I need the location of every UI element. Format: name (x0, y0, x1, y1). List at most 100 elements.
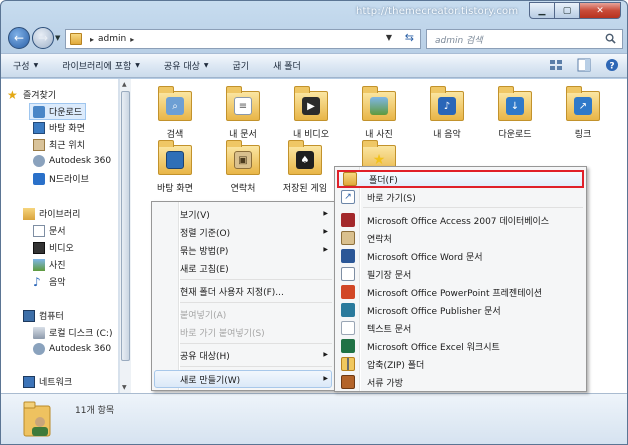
address-dropdown-icon[interactable]: ▼ (386, 33, 392, 42)
folder-icon (70, 33, 82, 45)
refresh-icon[interactable]: ⇆ (405, 31, 414, 44)
submenu-item-word[interactable]: Microsoft Office Word 문서 (337, 247, 584, 265)
nav-recent[interactable]: 최근 위치 (33, 138, 85, 151)
nav-music[interactable]: ♪ 음악 (33, 275, 66, 289)
briefcase-icon (341, 375, 355, 389)
star-icon: ★ (7, 87, 18, 102)
search-folder-icon: ⌕ (166, 97, 184, 115)
nav-desktop[interactable]: 바탕 화면 (33, 121, 85, 134)
nav-favorites[interactable]: ★ 즐겨찾기 (7, 87, 56, 102)
title-bar: http://themecreator.tistory.com ▁ ▢ ✕ (1, 1, 627, 23)
access-icon (341, 213, 355, 227)
submenu-item-text[interactable]: 텍스트 문서 (337, 319, 584, 337)
file-item-downloads[interactable]: ↓ 다운로드 (479, 85, 551, 140)
submenu-item-access[interactable]: Microsoft Office Access 2007 데이터베이스 (337, 211, 584, 229)
submenu-item-journal[interactable]: 필기장 문서 (337, 265, 584, 283)
chevron-right-icon[interactable]: ▸ (130, 35, 134, 44)
file-item-my-pictures[interactable]: 내 사진 (343, 85, 415, 140)
scroll-down-icon[interactable]: ▼ (122, 384, 127, 391)
include-library-menu[interactable]: 라이브러리에 포함 ▼ (50, 54, 152, 77)
menu-item-customize-folder[interactable]: 현재 폴더 사용자 지정(F)... (180, 285, 284, 298)
nav-documents[interactable]: 문서 (33, 224, 66, 237)
menu-item-view[interactable]: 보기(V) (180, 208, 210, 221)
documents-folder-icon: ≡ (234, 97, 252, 115)
window-controls: ▁ ▢ ✕ (529, 2, 621, 19)
submenu-arrow-icon: ▶ (323, 210, 328, 217)
nav-videos[interactable]: 비디오 (33, 241, 74, 254)
forward-button[interactable]: → (32, 27, 54, 49)
publisher-icon (341, 303, 355, 317)
submenu-item-contact[interactable]: 연락처 (337, 229, 584, 247)
file-item-desktop[interactable]: 바탕 화면 (139, 139, 211, 194)
menu-item-paste[interactable]: 붙여넣기(A) (180, 308, 226, 321)
submenu-item-briefcase[interactable]: 서류 가방 (337, 373, 584, 391)
downloads-folder-icon: ↓ (506, 97, 524, 115)
address-bar[interactable]: ▸ admin ▸ ▼ ⇆ (65, 29, 421, 49)
nav-pictures[interactable]: 사진 (33, 258, 66, 271)
scroll-up-icon[interactable]: ▲ (122, 81, 127, 88)
saved-games-folder-icon: ♠ (296, 151, 314, 169)
file-item-saved-games[interactable]: ♠ 저장된 게임 (275, 139, 335, 194)
folder-icon (343, 172, 357, 186)
nav-autodesk360[interactable]: Autodesk 360 (33, 155, 111, 167)
file-item-my-music[interactable]: ♪ 내 음악 (411, 85, 483, 140)
new-folder-button[interactable]: 새 폴더 (261, 54, 313, 77)
file-item-links[interactable]: ↗ 링크 (547, 85, 619, 140)
submenu-item-powerpoint[interactable]: Microsoft Office PowerPoint 프레젠테이션 (337, 283, 584, 301)
contact-icon (341, 231, 355, 245)
share-with-menu[interactable]: 공유 대상 ▼ (152, 54, 221, 77)
file-item-search[interactable]: ⌕ 검색 (139, 85, 211, 140)
menu-item-new[interactable]: 새로 만들기(W) (180, 373, 240, 386)
nav-scrollbar[interactable]: ▲ ▼ (119, 79, 131, 393)
nav-libraries[interactable]: 라이브러리 (23, 207, 80, 220)
search-input[interactable]: admin 검색 (426, 29, 623, 49)
nav-ndrive[interactable]: N드라이브 (33, 172, 89, 185)
submenu-item-folder[interactable]: 폴더(F) (337, 170, 584, 188)
breadcrumb-admin[interactable]: admin (98, 34, 126, 44)
search-icon[interactable] (605, 33, 616, 44)
recent-pages-dropdown[interactable]: ▼ (55, 34, 60, 42)
context-menu: 보기(V) ▶ 정렬 기준(O) ▶ 묶는 방법(P) ▶ 새로 고침(E) 현… (151, 201, 335, 391)
computer-icon (23, 309, 35, 322)
libraries-icon (23, 207, 35, 220)
help-icon[interactable]: ? (605, 58, 619, 72)
ndrive-icon (33, 172, 45, 185)
menu-item-share-with[interactable]: 공유 대상(H) (180, 349, 230, 362)
nav-computer[interactable]: 컴퓨터 (23, 309, 64, 322)
menu-item-group-by[interactable]: 묶는 방법(P) (180, 244, 228, 257)
watermark-text: http://themecreator.tistory.com (356, 6, 519, 17)
music-folder-icon: ♪ (438, 97, 456, 115)
submenu-item-zip[interactable]: 압축(ZIP) 폴더 (337, 355, 584, 373)
file-item-contacts[interactable]: ▣ 연락처 (207, 139, 279, 194)
close-button[interactable]: ✕ (579, 2, 621, 19)
submenu-item-shortcut[interactable]: ↗ 바로 가기(S) (337, 188, 584, 206)
search-placeholder: admin 검색 (435, 35, 483, 46)
menu-separator (180, 343, 332, 344)
nav-downloads[interactable]: 다운로드 (29, 103, 87, 120)
submenu-item-publisher[interactable]: Microsoft Office Publisher 문서 (337, 301, 584, 319)
scroll-thumb[interactable] (121, 91, 130, 361)
autodesk-icon (33, 343, 45, 355)
recent-places-icon (33, 138, 45, 151)
nav-network[interactable]: 네트워크 (23, 375, 72, 388)
maximize-button[interactable]: ▢ (554, 2, 580, 19)
back-button[interactable]: ← (8, 27, 30, 49)
submenu-item-excel[interactable]: Microsoft Office Excel 워크시트 (337, 337, 584, 355)
burn-button[interactable]: 굽기 (221, 54, 262, 77)
view-options-icon[interactable] (549, 58, 563, 72)
organize-menu[interactable]: 구성 ▼ (1, 54, 50, 77)
file-item-my-videos[interactable]: ▶ 내 비디오 (275, 85, 347, 140)
file-item-my-documents[interactable]: ≡ 내 문서 (207, 85, 279, 140)
nav-local-disk[interactable]: 로컬 디스크 (C:) (33, 326, 112, 339)
hard-drive-icon (33, 326, 45, 339)
minimize-button[interactable]: ▁ (529, 2, 555, 19)
preview-pane-icon[interactable] (577, 58, 591, 72)
menu-item-paste-shortcut[interactable]: 바로 가기 붙여넣기(S) (180, 326, 265, 339)
submenu-arrow-icon: ▶ (323, 351, 328, 358)
menu-item-sort-by[interactable]: 정렬 기준(O) (180, 226, 230, 239)
chevron-right-icon[interactable]: ▸ (90, 35, 94, 44)
menu-separator (180, 366, 332, 367)
item-count: 11개 항목 (75, 406, 115, 416)
nav-autodesk360-drive[interactable]: Autodesk 360 (33, 343, 111, 355)
menu-item-refresh[interactable]: 새로 고침(E) (180, 262, 229, 275)
